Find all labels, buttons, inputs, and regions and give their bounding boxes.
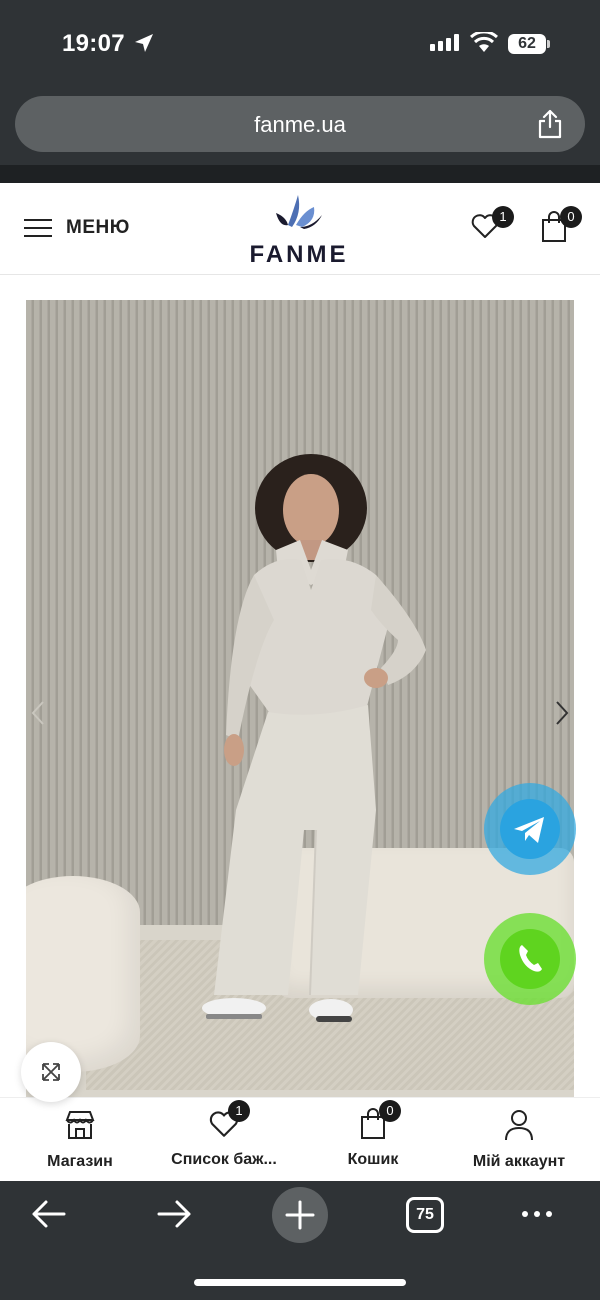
tab-shop-label: Магазин [47,1153,113,1170]
tab-wishlist-badge: 1 [228,1100,250,1122]
carousel-next-icon[interactable] [554,700,570,726]
tabs-count-button[interactable]: 75 [406,1197,444,1233]
telegram-icon [514,817,544,843]
tab-wishlist[interactable]: 1 Список баж... [168,1100,280,1169]
model-figure [202,454,426,1022]
wifi-icon [470,32,498,52]
menu-label: МЕНЮ [66,217,130,238]
menu-button[interactable]: МЕНЮ [24,213,130,243]
home-indicator [194,1279,406,1286]
website-viewport: МЕНЮ FANME 1 0 Магазин 1 Список баж... 0… [0,183,600,1181]
back-arrow-icon[interactable] [30,1195,68,1233]
user-icon [505,1110,533,1141]
browser-bottom-chrome: 75 [0,1181,600,1300]
tab-account-label: Мій аккаунт [472,1153,566,1170]
site-header: МЕНЮ FANME 1 0 [0,183,600,275]
store-icon [65,1111,95,1139]
cellular-signal-icon [430,34,459,51]
hamburger-icon [24,213,52,243]
browser-top-chrome: 19:07 62 fanme.ua [0,0,600,183]
location-arrow-icon [135,34,153,52]
telegram-button-inner [500,799,560,859]
tab-account[interactable]: Мій аккаунт [470,1108,568,1171]
battery-tip [547,40,550,48]
battery-indicator: 62 [508,34,546,54]
site-tab-bar: Магазин 1 Список баж... 0 Кошик Мій акка… [0,1097,600,1181]
tab-cart-badge: 0 [379,1100,401,1122]
carousel-prev-icon[interactable] [30,700,46,726]
tab-cart-label: Кошик [347,1151,399,1168]
chrome-divider [0,165,600,183]
cart-button[interactable]: 0 [540,206,582,248]
logo-text: FANME [249,241,349,268]
cart-badge: 0 [560,206,582,228]
address-bar[interactable]: fanme.ua [15,96,585,152]
phone-icon [519,945,542,972]
share-icon[interactable] [537,109,563,139]
tab-shop[interactable]: Магазин [44,1108,116,1171]
plus-icon [285,1200,315,1230]
new-tab-button[interactable] [272,1187,328,1243]
telegram-button[interactable] [484,783,576,875]
zoom-image-button[interactable] [21,1042,81,1102]
logo-mark-icon [276,195,322,229]
expand-icon [42,1063,60,1081]
more-options-icon[interactable] [522,1211,552,1217]
wishlist-badge: 1 [492,206,514,228]
tab-wishlist-label: Список баж... [171,1151,277,1168]
tab-cart[interactable]: 0 Кошик [340,1100,406,1169]
status-time: 19:07 [62,30,125,57]
site-logo[interactable]: FANME [236,191,362,268]
phone-call-button[interactable] [484,913,576,1005]
phone-call-button-inner [500,929,560,989]
url-text: fanme.ua [254,112,346,137]
forward-arrow-icon[interactable] [155,1195,193,1233]
wishlist-button[interactable]: 1 [470,206,514,246]
